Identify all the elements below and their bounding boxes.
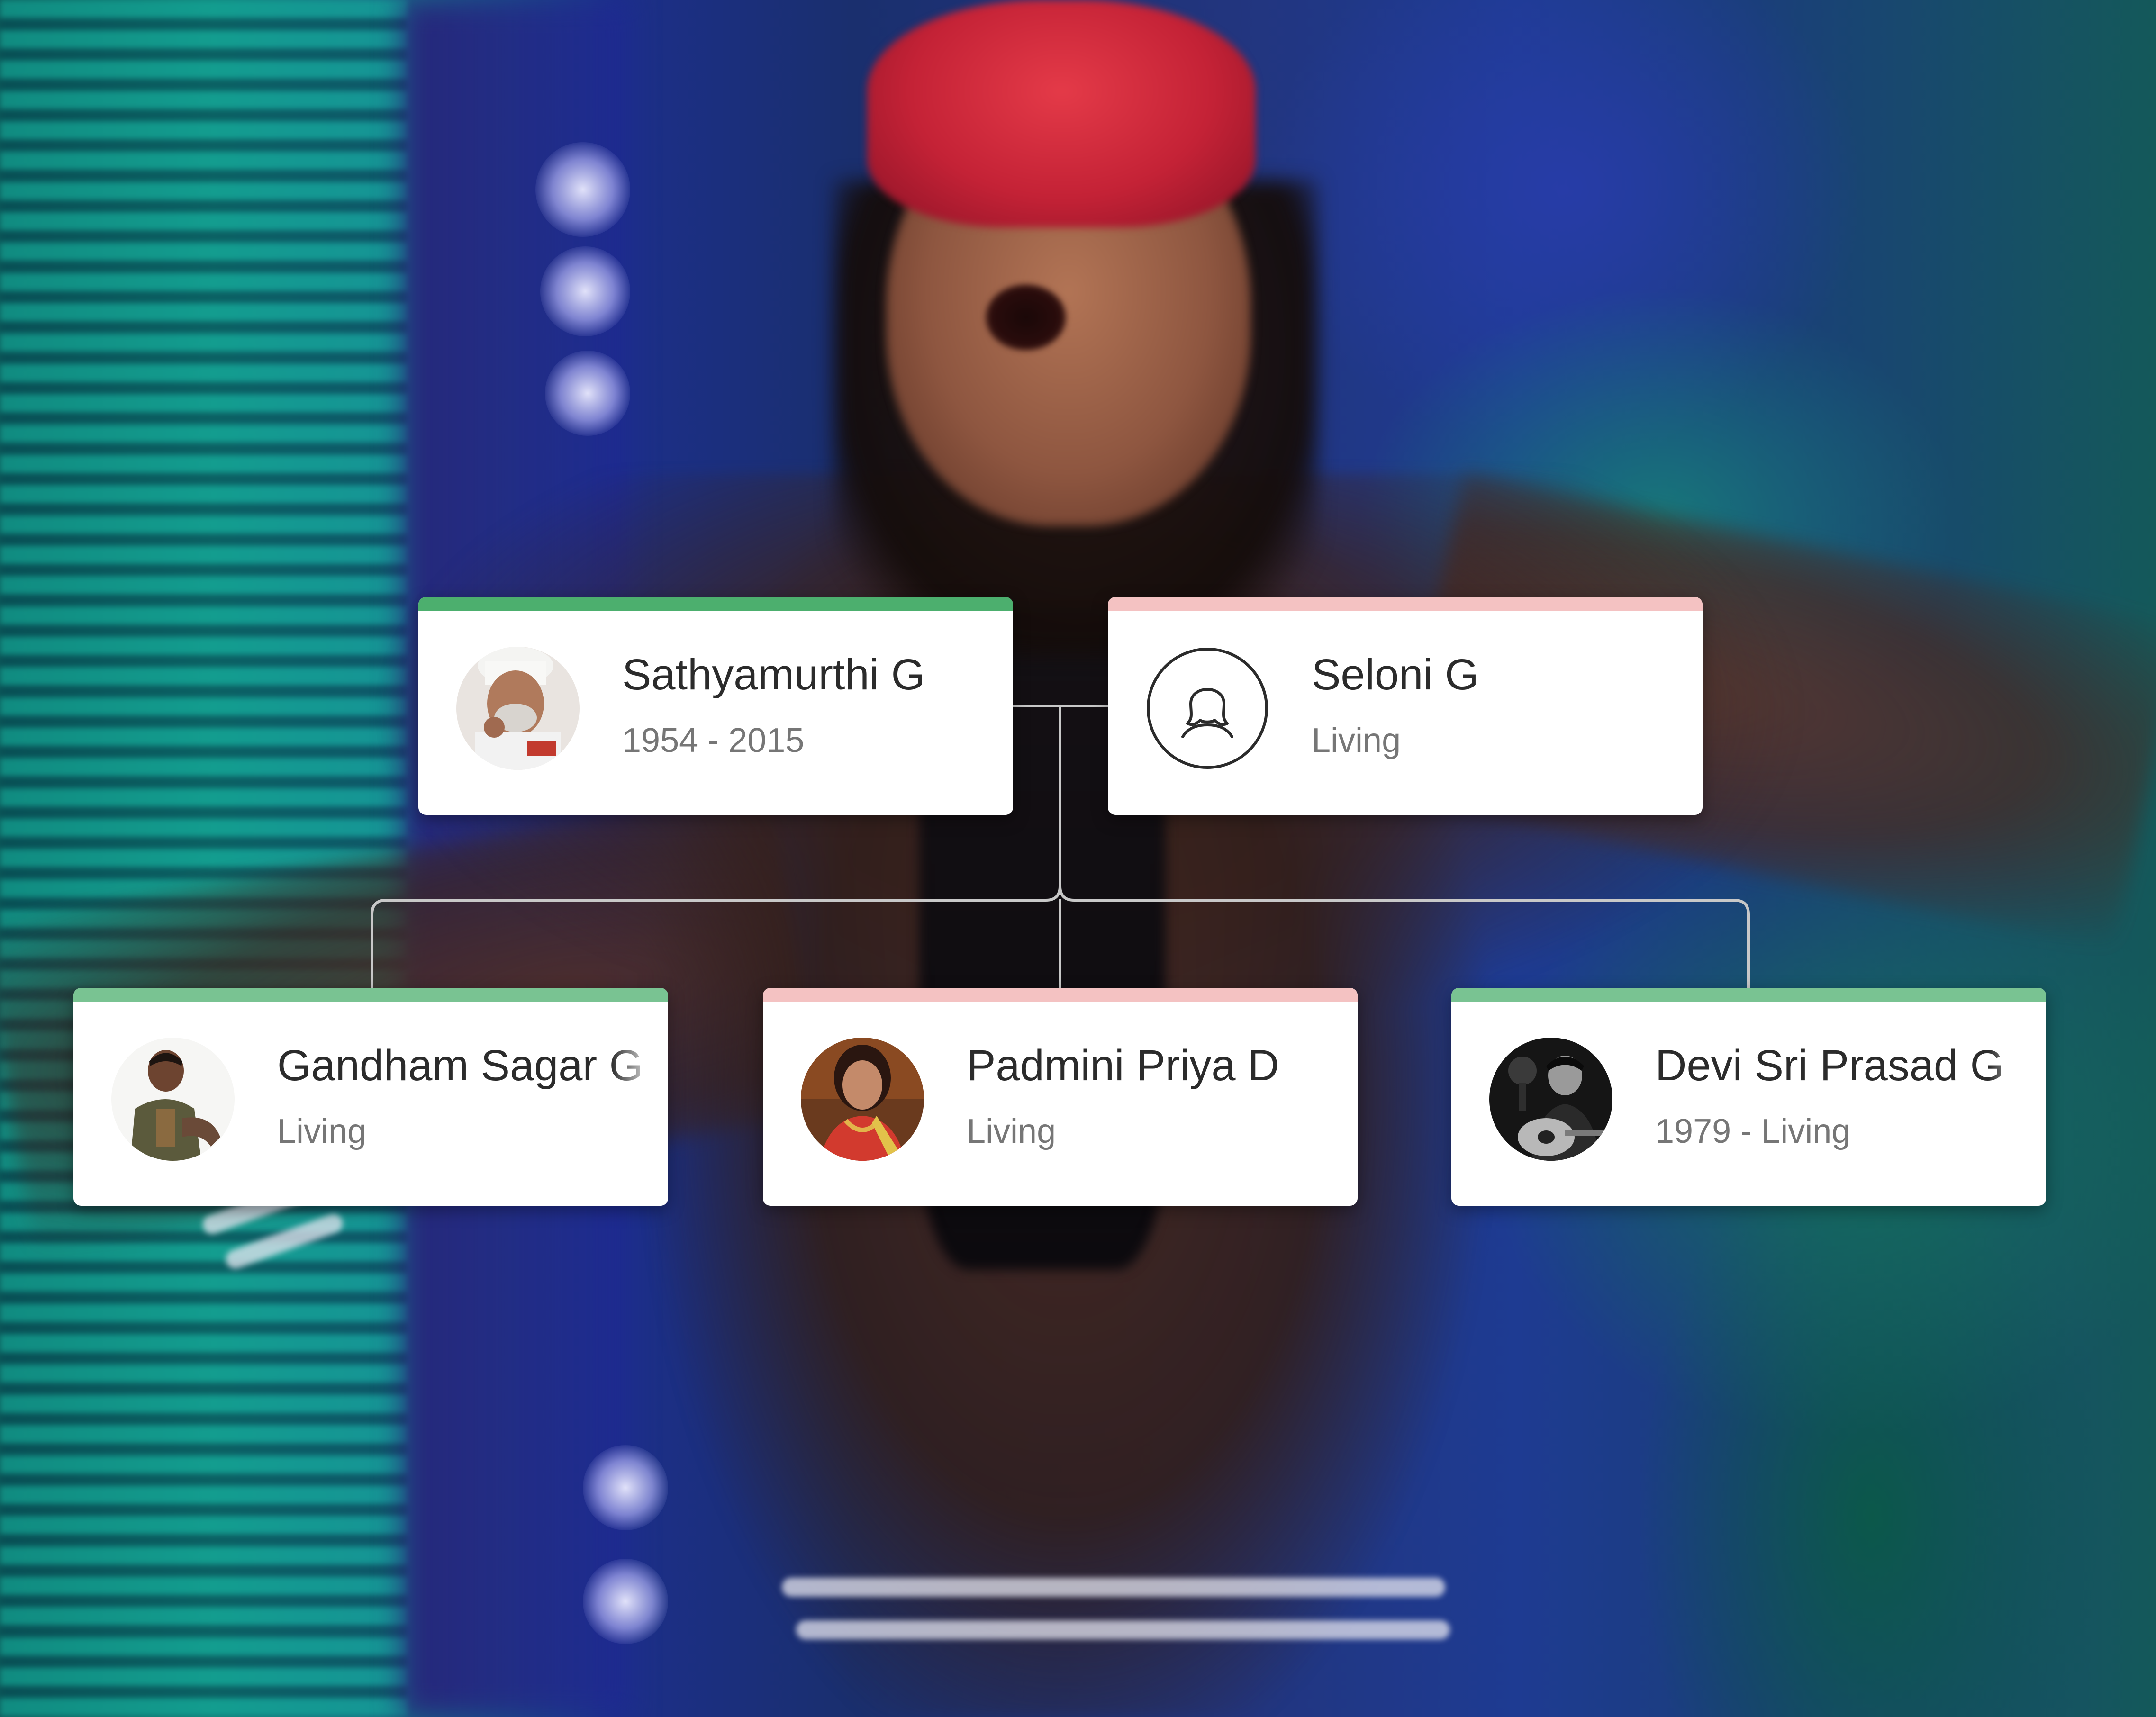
photo-woman-saree-icon xyxy=(801,1038,924,1161)
person-name: Padmini Priya D xyxy=(967,1041,1279,1090)
gender-accent-bar xyxy=(1108,597,1703,611)
person-name: Sathyamurthi G xyxy=(622,651,925,699)
photo-man-guitar-icon xyxy=(1489,1038,1612,1161)
gender-accent-bar xyxy=(73,988,668,1002)
performer-mouth xyxy=(986,284,1066,351)
avatar xyxy=(801,1038,924,1161)
female-placeholder-icon xyxy=(1147,648,1268,769)
person-name: Devi Sri Prasad G xyxy=(1655,1041,2004,1090)
jacket-stripe xyxy=(796,1620,1450,1639)
person-lifespan: Living xyxy=(967,1112,1056,1150)
avatar xyxy=(456,647,580,770)
avatar xyxy=(1489,1038,1612,1161)
person-card-child-3[interactable]: Devi Sri Prasad G 1979 - Living xyxy=(1451,988,2046,1206)
stage-light xyxy=(545,351,630,436)
gender-accent-bar xyxy=(763,988,1358,1002)
gender-accent-bar xyxy=(418,597,1013,611)
person-lifespan: Living xyxy=(277,1112,367,1150)
stage-light xyxy=(535,142,630,237)
jacket-stripe xyxy=(782,1578,1445,1597)
stage-light xyxy=(540,246,630,336)
avatar xyxy=(1146,647,1269,770)
person-lifespan: 1979 - Living xyxy=(1655,1112,1851,1150)
performer-bandana xyxy=(867,0,1256,227)
person-name: Gandham Sagar G xyxy=(277,1041,643,1090)
person-card-parent-father[interactable]: Sathyamurthi G 1954 - 2015 xyxy=(418,597,1013,815)
photo-elderly-man-icon xyxy=(456,647,580,770)
person-card-child-2[interactable]: Padmini Priya D Living xyxy=(763,988,1358,1206)
person-card-parent-mother[interactable]: Seloni G Living xyxy=(1108,597,1703,815)
person-lifespan: Living xyxy=(1312,722,1401,759)
avatar xyxy=(111,1038,235,1161)
person-name: Seloni G xyxy=(1312,651,1479,699)
person-lifespan: 1954 - 2015 xyxy=(622,722,805,759)
photo-man-sitting-icon xyxy=(111,1038,235,1161)
gender-accent-bar xyxy=(1451,988,2046,1002)
person-card-child-1[interactable]: Gandham Sagar G Living xyxy=(73,988,668,1206)
background-photo xyxy=(0,0,2156,1717)
